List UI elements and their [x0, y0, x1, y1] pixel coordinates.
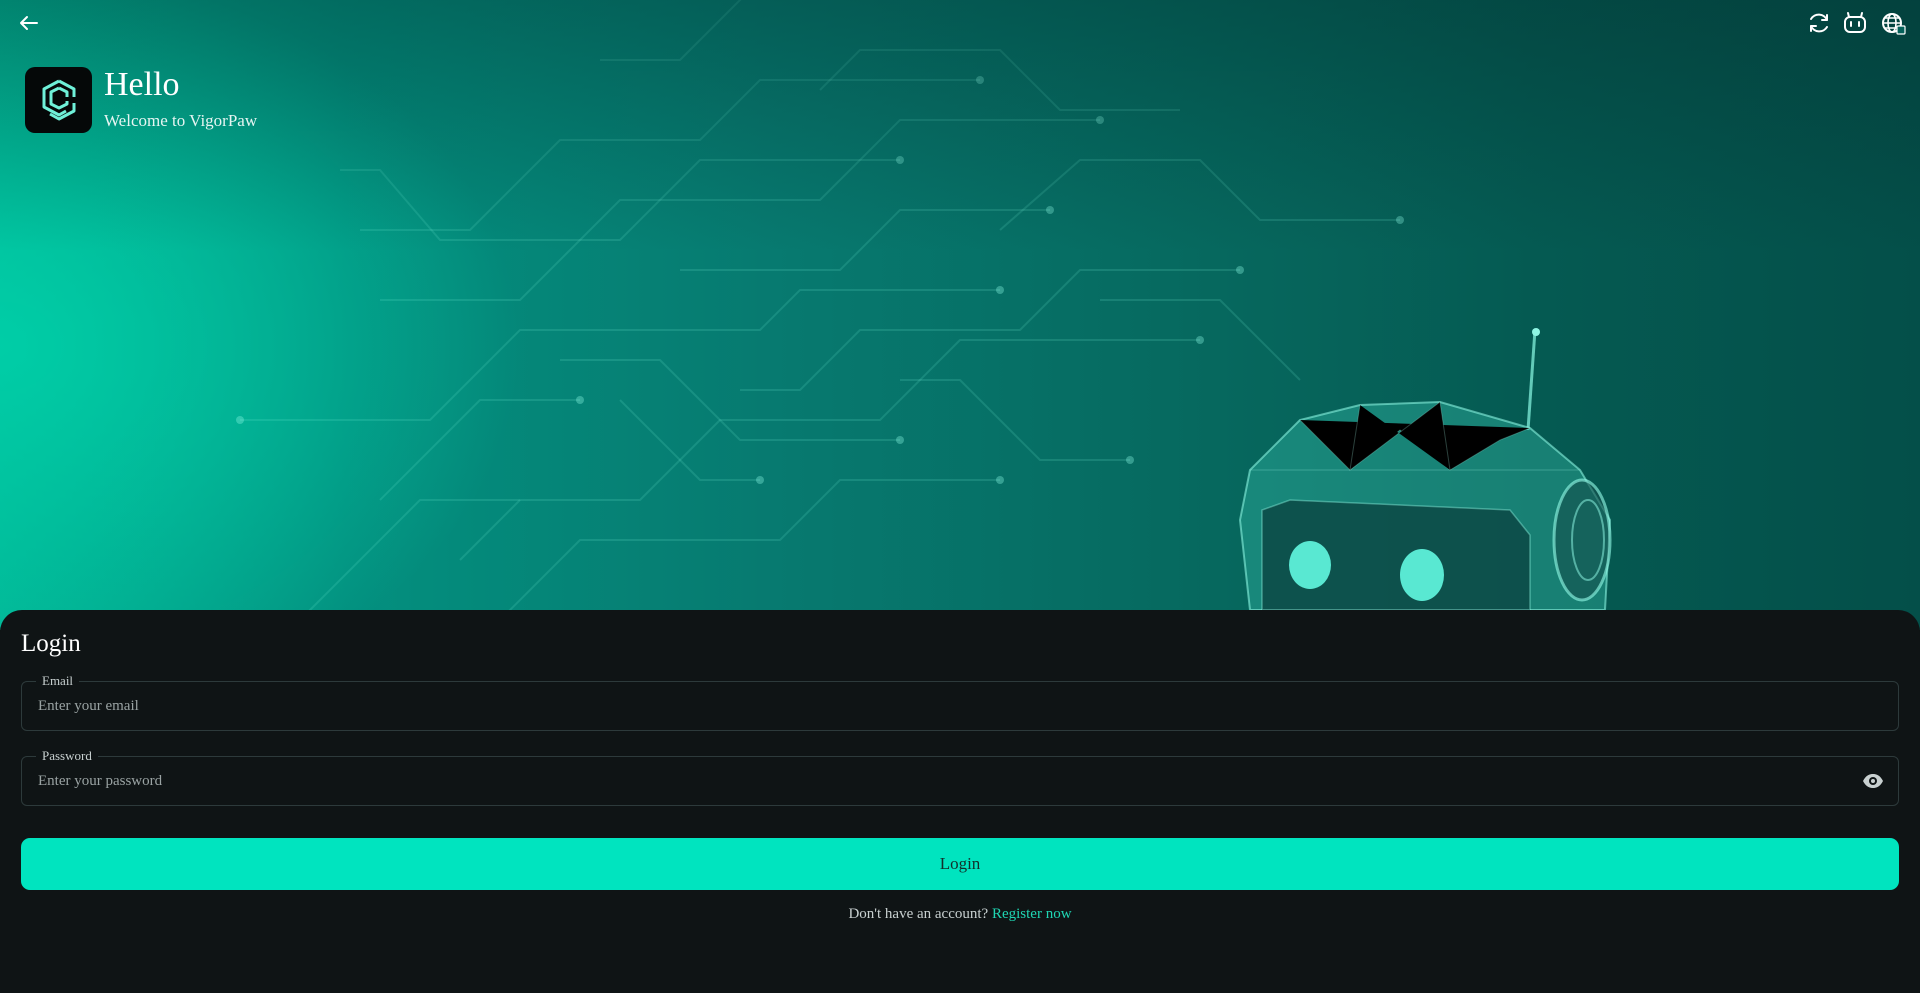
refresh-button[interactable] [1806, 10, 1832, 36]
register-now-link[interactable]: Register now [992, 906, 1072, 922]
register-prompt-text: Don't have an account? [848, 906, 989, 922]
login-button[interactable]: Login [21, 838, 1899, 890]
globe-icon [1882, 13, 1906, 35]
welcome-subtitle: Welcome to VigorPaw [104, 111, 258, 130]
password-input[interactable] [38, 757, 1838, 805]
eye-icon [1863, 774, 1883, 788]
hero-banner [0, 0, 1920, 630]
game-button[interactable] [1842, 10, 1868, 36]
register-prompt-line: Don't have an account? Register now [0, 906, 1920, 923]
toggle-password-visibility-button[interactable] [1862, 771, 1884, 791]
refresh-icon [1810, 13, 1828, 33]
arrow-left-icon [20, 16, 38, 30]
greeting-title: Hello [104, 66, 180, 103]
email-input[interactable] [38, 682, 1838, 730]
login-panel: Login Email Password Login Don't have an… [0, 610, 1920, 993]
login-title: Login [21, 630, 81, 657]
language-button[interactable] [1880, 10, 1906, 36]
hero-shade [0, 0, 1920, 630]
app-logo-icon [42, 79, 75, 121]
app-logo [25, 67, 92, 133]
back-button[interactable] [16, 10, 42, 36]
game-controller-icon [1844, 12, 1866, 33]
password-field-container: Password [21, 748, 1899, 806]
email-field-container: Email [21, 673, 1899, 731]
